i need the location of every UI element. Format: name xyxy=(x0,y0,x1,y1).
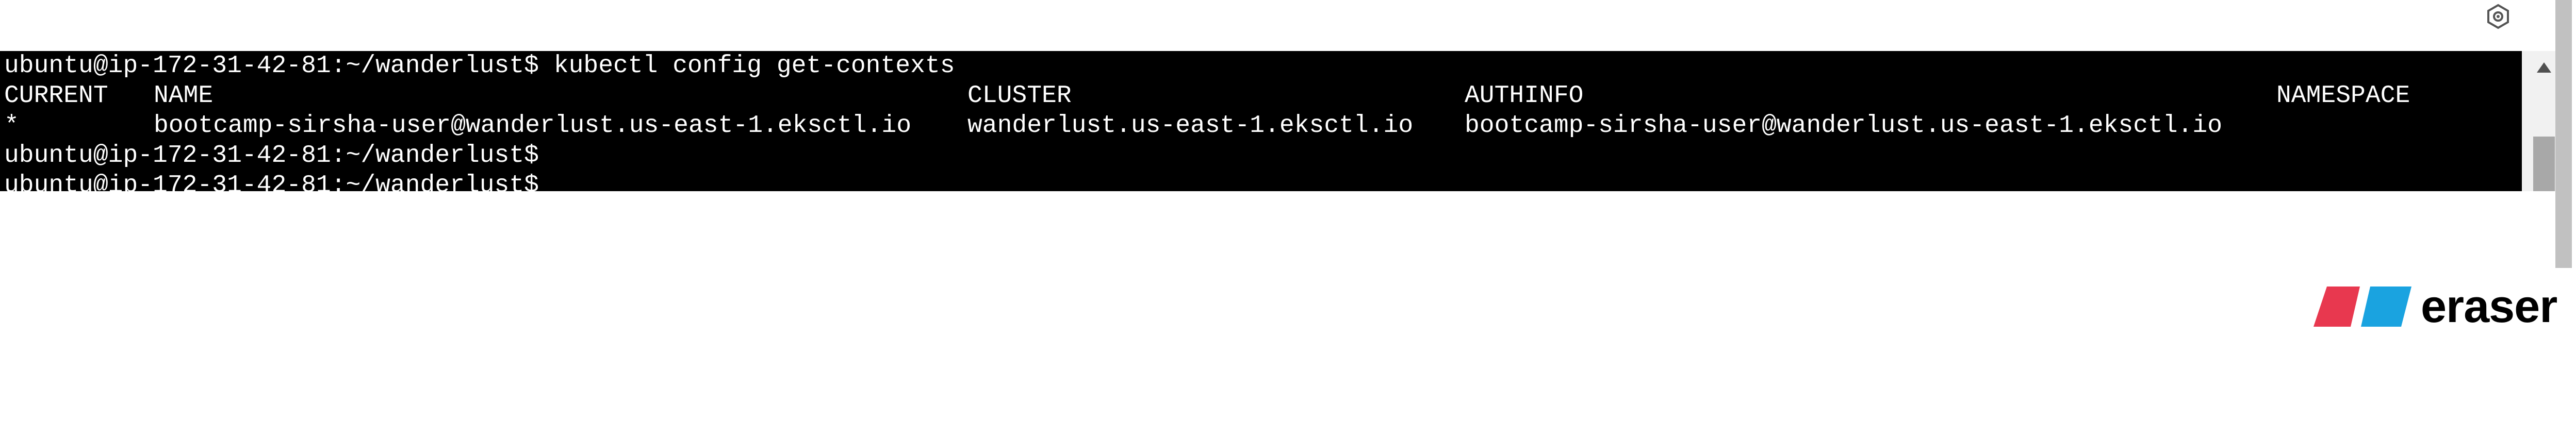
terminal-command-line: ubuntu@ip-172-31-42-81:~/wanderlust$ kub… xyxy=(4,52,955,80)
eraser-logo-text: eraser xyxy=(2421,280,2557,332)
settings-hex-icon[interactable] xyxy=(2484,2,2513,31)
header-namespace: NAMESPACE xyxy=(2276,82,2410,110)
cell-cluster: wanderlust.us-east-1.eksctl.io xyxy=(967,112,1414,140)
header-authinfo: AUTHINFO xyxy=(1465,82,1584,110)
page-scrollbar[interactable] xyxy=(2555,0,2572,268)
header-current: CURRENT xyxy=(4,82,108,110)
cell-current: * xyxy=(4,112,19,140)
cell-name: bootcamp-sirsha-user@wanderlust.us-east-… xyxy=(154,112,912,140)
eraser-logo: eraser xyxy=(2314,280,2557,332)
terminal-output[interactable]: ubuntu@ip-172-31-42-81:~/wanderlust$ kub… xyxy=(0,51,2522,191)
cell-authinfo: bootcamp-sirsha-user@wanderlust.us-east-… xyxy=(1465,112,2223,140)
page: ubuntu@ip-172-31-42-81:~/wanderlust$ kub… xyxy=(0,0,2576,438)
header-cluster: CLUSTER xyxy=(967,82,1072,110)
terminal-prompt-line: ubuntu@ip-172-31-42-81:~/wanderlust$ xyxy=(4,142,539,170)
header-name: NAME xyxy=(154,82,214,110)
table-header-row: CURRENT NAME CLUSTER AUTHINFO NAMESPACE xyxy=(4,81,2516,111)
eraser-logo-icon xyxy=(2314,287,2411,327)
scroll-thumb[interactable] xyxy=(2533,137,2555,191)
table-row: * bootcamp-sirsha-user@wanderlust.us-eas… xyxy=(4,111,2516,141)
terminal-prompt-line: ubuntu@ip-172-31-42-81:~/wanderlust$ xyxy=(4,172,539,191)
scroll-up-arrow-icon[interactable] xyxy=(2534,57,2554,78)
